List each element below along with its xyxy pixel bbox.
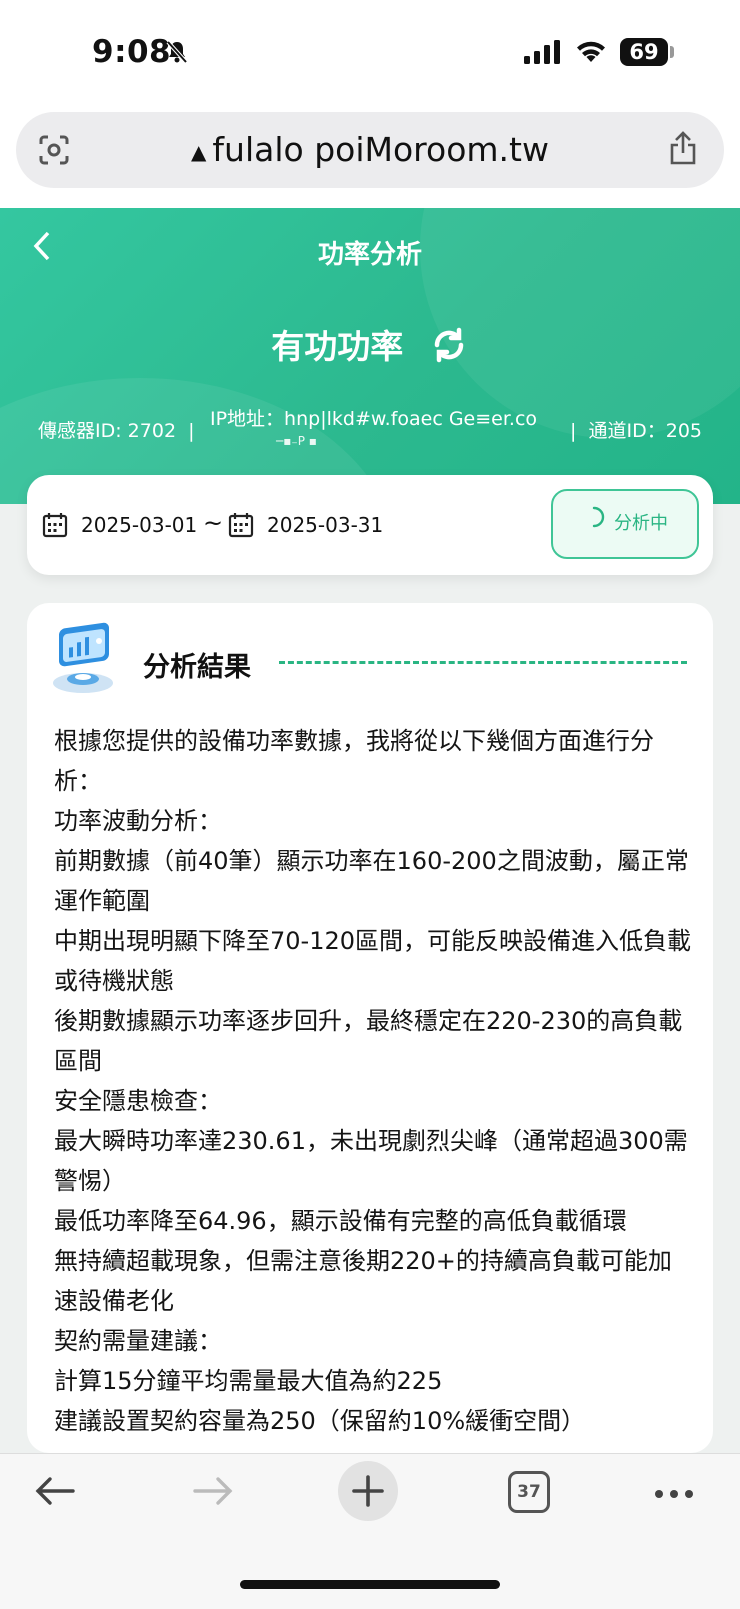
battery-cap [670, 46, 674, 58]
battery-icon: 69 [620, 38, 668, 66]
browser-toolbar: ▲ fulalo poiMoroom.tw [0, 106, 740, 208]
analysis-result-card: 分析結果 根據您提供的設備功率數據，我將從以下幾個方面進行分析： 功率波動分析：… [27, 603, 713, 1453]
result-line: 契約需量建議： [54, 1327, 222, 1355]
new-tab-button[interactable] [338, 1461, 398, 1521]
result-title: 分析結果 [143, 652, 251, 683]
result-line: 最大瞬時功率達230.61，未出現劇烈尖峰（通常超過300需警惕） [54, 1127, 688, 1195]
end-date[interactable]: 2025-03-31 [267, 513, 383, 537]
home-indicator [240, 1580, 500, 1589]
result-line: 最低功率降至64.96，顯示設備有完整的高低負載循環 [54, 1207, 627, 1235]
calendar-icon[interactable] [227, 511, 255, 543]
url-value: fulalo poiMoroom.tw [212, 130, 549, 169]
browser-bottom-bar: 37 [0, 1453, 740, 1609]
plus-icon [352, 1475, 384, 1507]
result-line: 計算15分鐘平均需量最大值為約225 [54, 1367, 443, 1395]
sensor-id: 傳感器ID: 2702 | [38, 420, 195, 442]
title-divider [279, 661, 687, 664]
spinner-icon [582, 491, 606, 557]
more-icon[interactable] [654, 1484, 694, 1503]
metric-row: 有功功率 [0, 320, 740, 373]
result-line: 後期數據顯示功率逐步回升，最終穩定在220-230的高負載區間 [54, 1007, 683, 1075]
channel-id: | 通道ID：205 [570, 420, 702, 442]
url-text[interactable]: ▲ fulalo poiMoroom.tw [16, 130, 724, 169]
start-date[interactable]: 2025-03-01 [81, 513, 197, 537]
share-icon[interactable] [668, 130, 698, 170]
date-range-card: 2025-03-01 ~ 2025-03-31 分析中 [27, 475, 713, 575]
analysis-illustration-icon [45, 621, 125, 705]
wifi-icon [574, 38, 608, 68]
date-separator: ~ [203, 509, 224, 537]
result-line: 功率波動分析： [54, 807, 222, 835]
warning-icon: ▲ [191, 139, 207, 164]
result-line: 建議設置契約容量為250（保留約10%緩衝空間） [54, 1407, 586, 1435]
result-line: 中期出現明顯下降至70-120區間，可能反映設備進入低負載或待機狀態 [54, 927, 692, 995]
page-header: 功率分析 有功功率 傳感器ID: 2702 | IP地址：hnp|lkd#w.f… [0, 208, 740, 504]
result-line: 根據您提供的設備功率數據，我將從以下幾個方面進行分析： [54, 727, 654, 795]
refresh-icon[interactable] [429, 325, 469, 373]
page-title: 功率分析 [317, 240, 422, 270]
signal-icon [524, 40, 562, 68]
status-bar: 9:08 69 [0, 0, 740, 106]
bell-slash-icon [166, 40, 188, 68]
result-line: 無持續超載現象，但需注意後期220+的持續高負載可能加速設備老化 [54, 1247, 672, 1315]
result-line: 前期數據（前40筆）顯示功率在160-200之間波動，屬正常運作範圍 [54, 847, 689, 915]
address-bar[interactable]: ▲ fulalo poiMoroom.tw [16, 112, 724, 188]
result-body: 根據您提供的設備功率數據，我將從以下幾個方面進行分析： 功率波動分析： 前期數據… [54, 721, 693, 1441]
result-line: 安全隱患檢查： [54, 1087, 222, 1115]
analyze-button[interactable]: 分析中 [551, 489, 699, 559]
metric-name: 有功功率 [271, 327, 404, 366]
arrow-right-icon[interactable] [192, 1476, 234, 1510]
analyze-button-label: 分析中 [614, 513, 668, 534]
calendar-icon[interactable] [41, 511, 69, 543]
arrow-left-icon[interactable] [34, 1476, 76, 1510]
tabs-icon[interactable]: 37 [508, 1471, 550, 1513]
ip-address: IP地址：hnp|lkd#w.foaec Ge≡er.co [210, 408, 538, 430]
status-time: 9:08 [92, 34, 172, 70]
ip-address-overflow: ─▪₋P ▪ [276, 434, 317, 448]
